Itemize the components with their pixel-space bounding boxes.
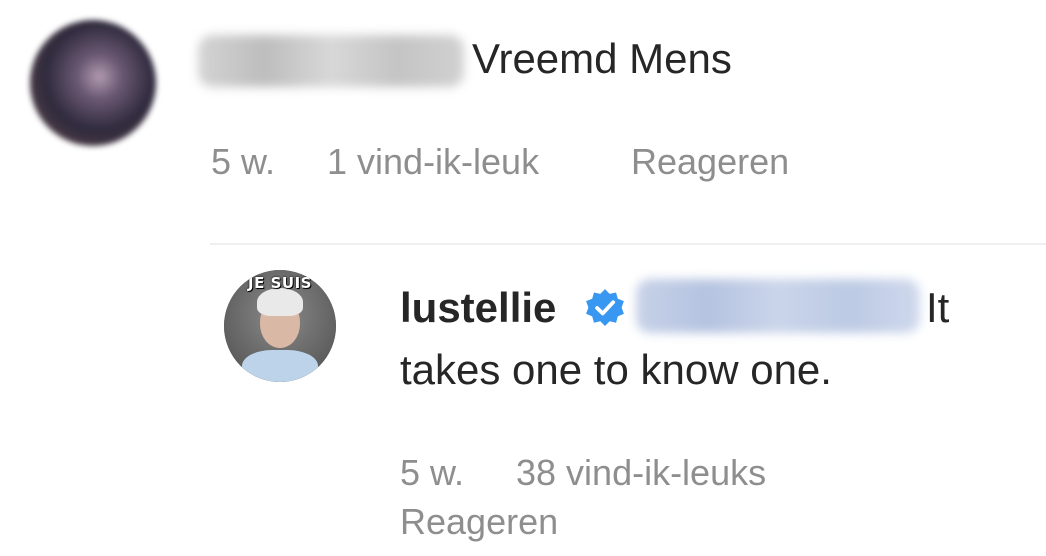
reply-text: It (926, 284, 950, 331)
reply-timestamp[interactable]: 5 w. (400, 451, 464, 495)
verified-badge-icon (586, 289, 624, 327)
mention-redacted[interactable] (636, 279, 920, 333)
avatar[interactable]: JE SUIS (224, 270, 336, 382)
reply-username[interactable]: lustellie (400, 282, 556, 334)
reply-button[interactable]: Reageren (400, 500, 558, 544)
reply-comment: JE SUIS lustellie It takes one to know o… (0, 0, 1046, 556)
reply-text-continued: takes one to know one. (400, 346, 832, 393)
reply-likes-count[interactable]: 38 vind-ik-leuks (516, 451, 766, 495)
avatar-caption: JE SUIS (248, 274, 312, 292)
